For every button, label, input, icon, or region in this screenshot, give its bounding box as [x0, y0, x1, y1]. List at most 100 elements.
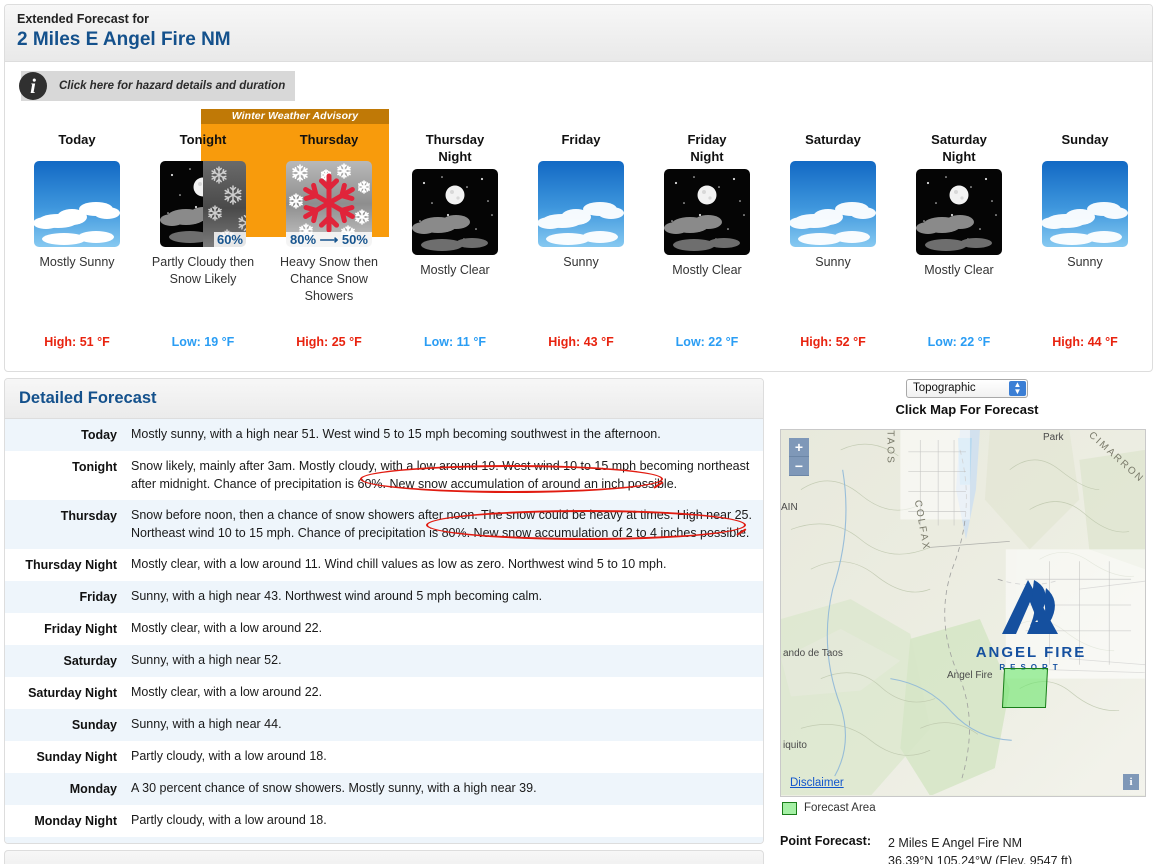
map-column: Topographic ▲ ▼ Click Map For Forecast +…: [780, 378, 1154, 864]
detailed-row-label: Monday: [69, 782, 117, 796]
disclaimer-link[interactable]: Disclaimer: [790, 777, 844, 789]
detailed-row-text: Mostly sunny, with a high near 51. West …: [131, 427, 661, 441]
click-map-label: Click Map For Forecast: [895, 401, 1039, 417]
detailed-row-label: Saturday Night: [28, 686, 117, 700]
tile-condition: Sunny: [815, 255, 851, 269]
extended-forecast-panel: Extended Forecast for 2 Miles E Angel Fi…: [4, 4, 1153, 372]
tile-temperature: High: 25 °F: [296, 335, 362, 349]
tile-temperature: Low: 22 °F: [927, 335, 991, 349]
map-legend: Forecast Area: [780, 801, 1154, 815]
detailed-row-label: Friday Night: [44, 622, 117, 636]
detailed-forecast-row: Saturday Sunny, with a high near 52.: [5, 645, 763, 677]
precip-probability: 80% ⟶ 50%: [286, 232, 372, 247]
precip-probability: 60%: [213, 232, 246, 247]
forecast-tile-today[interactable]: Today Mostly Sunny High: 51 °F: [15, 109, 139, 371]
detailed-forecast-row: Today Mostly sunny, with a high near 51. …: [5, 419, 763, 451]
tile-condition: Sunny: [563, 255, 599, 269]
map-label: ando de Taos: [783, 647, 843, 659]
point-forecast-place: 2 Miles E Angel Fire NM: [888, 835, 1023, 850]
tile-condition: Partly Cloudy then Snow Likely: [151, 255, 255, 286]
tile-icon-wrap: [664, 169, 750, 255]
detailed-forecast-title: Detailed Forecast: [19, 389, 157, 407]
tile-condition: Heavy Snow then Chance Snow Showers: [280, 255, 378, 303]
detailed-row-label: Tonight: [72, 460, 117, 474]
tile-icon-wrap: 60%: [160, 161, 246, 247]
tile-icon-wrap: 80% ⟶ 50%: [286, 161, 372, 247]
hazard-details-button[interactable]: i Click here for hazard details and dura…: [19, 71, 296, 101]
tile-temperature: High: 52 °F: [800, 335, 866, 349]
tile-temperature: High: 51 °F: [44, 335, 110, 349]
tile-condition: Mostly Sunny: [39, 255, 115, 269]
detailed-row-label: Monday Night: [34, 814, 117, 828]
forecast-tile-friday-night[interactable]: Friday Night Mostly Clear Low: 22 °F: [645, 109, 769, 371]
tile-temperature: Low: 19 °F: [171, 335, 235, 349]
detailed-row-text: Partly cloudy, with a low around 18.: [131, 813, 327, 827]
detailed-row-label: Friday: [79, 590, 117, 604]
forecast-tile-tonight[interactable]: Tonight 60% Partly Cloudy then Snow Likely…: [141, 109, 265, 371]
forecast-tile-thursday-night[interactable]: Thursday Night Mostly Clear Low: 11 °F: [393, 109, 517, 371]
map-info-icon[interactable]: i: [1123, 773, 1139, 790]
detailed-row-text: Sunny, with a high near 43. Northwest wi…: [131, 589, 543, 603]
info-icon: i: [19, 72, 47, 100]
detailed-row-text: Mostly clear, with a low around 22.: [131, 685, 323, 699]
forecast-map[interactable]: + − TAOS CIMARRON COLFAX AIN ando de Taos iqu…: [780, 428, 1146, 797]
zoom-in-button[interactable]: +: [789, 437, 809, 457]
resort-mark-icon: [1002, 579, 1058, 634]
forecast-tile-thursday[interactable]: Thursday 80% ⟶ 50% Heavy Snow then Chance …: [267, 109, 391, 371]
detailed-forecast-row: Monday Night Partly cloudy, with a low ar…: [5, 805, 763, 837]
tile-icon-wrap: [412, 169, 498, 255]
detailed-forecast-row: Sunday Night Partly cloudy, with a low ar…: [5, 741, 763, 773]
tile-icon-wrap: [916, 169, 1002, 255]
tile-day-label: Sunday: [1061, 132, 1109, 147]
map-label: Park: [1043, 431, 1064, 443]
basemap-select-value: Topographic: [913, 382, 976, 394]
tile-day-label: Thursday Night: [425, 132, 485, 164]
forecast-tile-saturday-night[interactable]: Saturday Night Mostly Clear Low: 22 °F: [897, 109, 1021, 371]
point-forecast-coords: 36.39°N 105.24°W (Elev. 9547 ft): [888, 853, 1073, 864]
detailed-forecast-header: Detailed Forecast: [5, 379, 763, 419]
tile-icon-wrap: [34, 161, 120, 247]
tile-condition: Mostly Clear: [420, 263, 490, 277]
detailed-forecast-row: TuesdayMostly sunny, with a high near 39…: [5, 837, 763, 843]
detailed-forecast-row: Friday Sunny, with a high near 43. Northw…: [5, 581, 763, 613]
detailed-row-text: Mostly clear, with a low around 11. Wind…: [131, 557, 667, 571]
forecast-tile-sunday[interactable]: Sunday Sunny High: 44 °F: [1023, 109, 1147, 371]
detailed-row-label: Tuesday: [5, 837, 125, 843]
next-panel-placeholder: [4, 850, 764, 864]
forecast-tile-saturday[interactable]: Saturday Sunny High: 52 °F: [771, 109, 895, 371]
sunny-icon: [790, 161, 876, 247]
tile-day-label: Thursday: [299, 132, 359, 147]
tile-condition: Mostly Clear: [924, 263, 994, 277]
detailed-forecast-rows: Today Mostly sunny, with a high near 51. …: [5, 419, 763, 843]
tile-day-label: Saturday Night: [931, 132, 987, 164]
map-label: iquito: [783, 739, 807, 751]
detailed-row-label: Thursday: [60, 509, 117, 523]
detailed-row-text: Mostly clear, with a low around 22.: [131, 621, 323, 635]
tile-day-label: Tonight: [179, 132, 227, 147]
detailed-forecast-row: Thursday Night Mostly clear, with a low a…: [5, 549, 763, 581]
mostly-clear-night-icon: [664, 169, 750, 255]
basemap-select[interactable]: Topographic ▲ ▼: [906, 378, 1028, 398]
point-forecast-block: Point Forecast: 2 Miles E Angel Fire NM …: [780, 834, 1154, 864]
tile-icon-wrap: [790, 161, 876, 247]
tile-day-label: Saturday: [805, 132, 861, 147]
tile-condition: Sunny: [1067, 255, 1103, 269]
detailed-row-text: Snow before noon, then a chance of snow …: [131, 508, 752, 540]
detailed-row-text: Sunny, with a high near 52.: [131, 653, 282, 667]
forecast-tile-friday[interactable]: Friday Sunny High: 43 °F: [519, 109, 643, 371]
zoom-out-button[interactable]: −: [789, 456, 809, 476]
detailed-row-text: A 30 percent chance of snow showers. Mos…: [131, 781, 537, 795]
page-header: Extended Forecast for 2 Miles E Angel Fi…: [5, 5, 1152, 62]
tile-temperature: High: 43 °F: [548, 335, 614, 349]
weather-forecast-page: Extended Forecast for 2 Miles E Angel Fi…: [0, 0, 1157, 864]
chevron-updown-icon: ▲ ▼: [1009, 380, 1026, 396]
map-zoom-controls[interactable]: + −: [789, 437, 809, 476]
detailed-row-label: Saturday: [63, 654, 118, 668]
tile-day-label: Friday: [561, 132, 601, 147]
mostly-clear-night-icon: [916, 169, 1002, 255]
detailed-row-label: Sunday: [71, 718, 117, 732]
tile-temperature: Low: 11 °F: [424, 335, 486, 349]
legend-label: Forecast Area: [804, 802, 876, 814]
angel-fire-resort-logo: ANGEL FIRE RESORT: [971, 578, 1091, 672]
detailed-row-text: Mostly sunny, with a high near 39.: [125, 837, 329, 843]
